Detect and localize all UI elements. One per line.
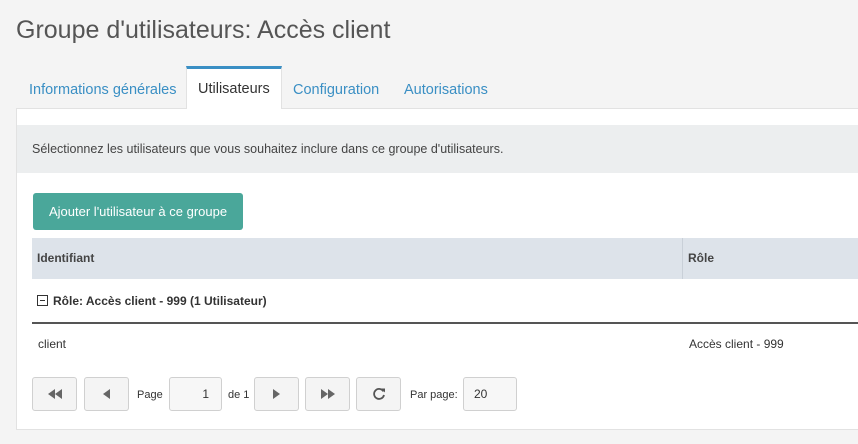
collapse-icon[interactable] [37,295,48,306]
tab-configuration[interactable]: Configuration [293,66,379,108]
first-page-button[interactable] [32,377,77,411]
prev-page-button[interactable] [84,377,129,411]
page-label: Page [137,389,163,401]
group-label: Rôle: Accès client - 999 (1 Utilisateur) [53,294,267,308]
page-input[interactable]: 1 [169,377,222,411]
last-page-button[interactable] [305,377,350,411]
prev-page-icon [103,389,110,399]
grid-header: Identifiant Rôle [32,238,858,279]
per-page-label: Par page: [410,389,458,401]
group-row: Rôle: Accès client - 999 (1 Utilisateur) [32,280,858,324]
users-panel: Sélectionnez les utilisateurs que vous s… [16,108,858,430]
next-page-button[interactable] [254,377,299,411]
refresh-button[interactable] [356,377,401,411]
tab-autorisations[interactable]: Autorisations [404,66,488,108]
cell-role: Accès client - 999 [689,337,784,351]
cell-identifiant: client [38,337,67,351]
tab-informations-generales[interactable]: Informations générales [29,66,177,108]
table-row[interactable]: client Accès client - 999 [32,324,858,364]
pagination-toolbar: Page 1 de 1 Par page: 20 [32,377,858,413]
tab-bar: Informations générales Utilisateurs Conf… [16,66,858,109]
page-count-label: de 1 [228,389,250,401]
add-user-button[interactable]: Ajouter l'utilisateur à ce groupe [33,193,244,230]
info-message: Sélectionnez les utilisateurs que vous s… [17,125,858,173]
column-header-role[interactable]: Rôle [688,238,714,279]
last-page-icon [320,389,335,399]
next-page-icon [273,389,280,399]
page-title: Groupe d'utilisateurs: Accès client [16,16,391,44]
refresh-icon [372,388,385,400]
tab-utilisateurs[interactable]: Utilisateurs [186,66,282,109]
per-page-input[interactable]: 20 [463,377,517,411]
column-header-identifiant[interactable]: Identifiant [37,238,94,279]
first-page-icon [47,389,62,399]
column-divider[interactable] [682,238,683,279]
